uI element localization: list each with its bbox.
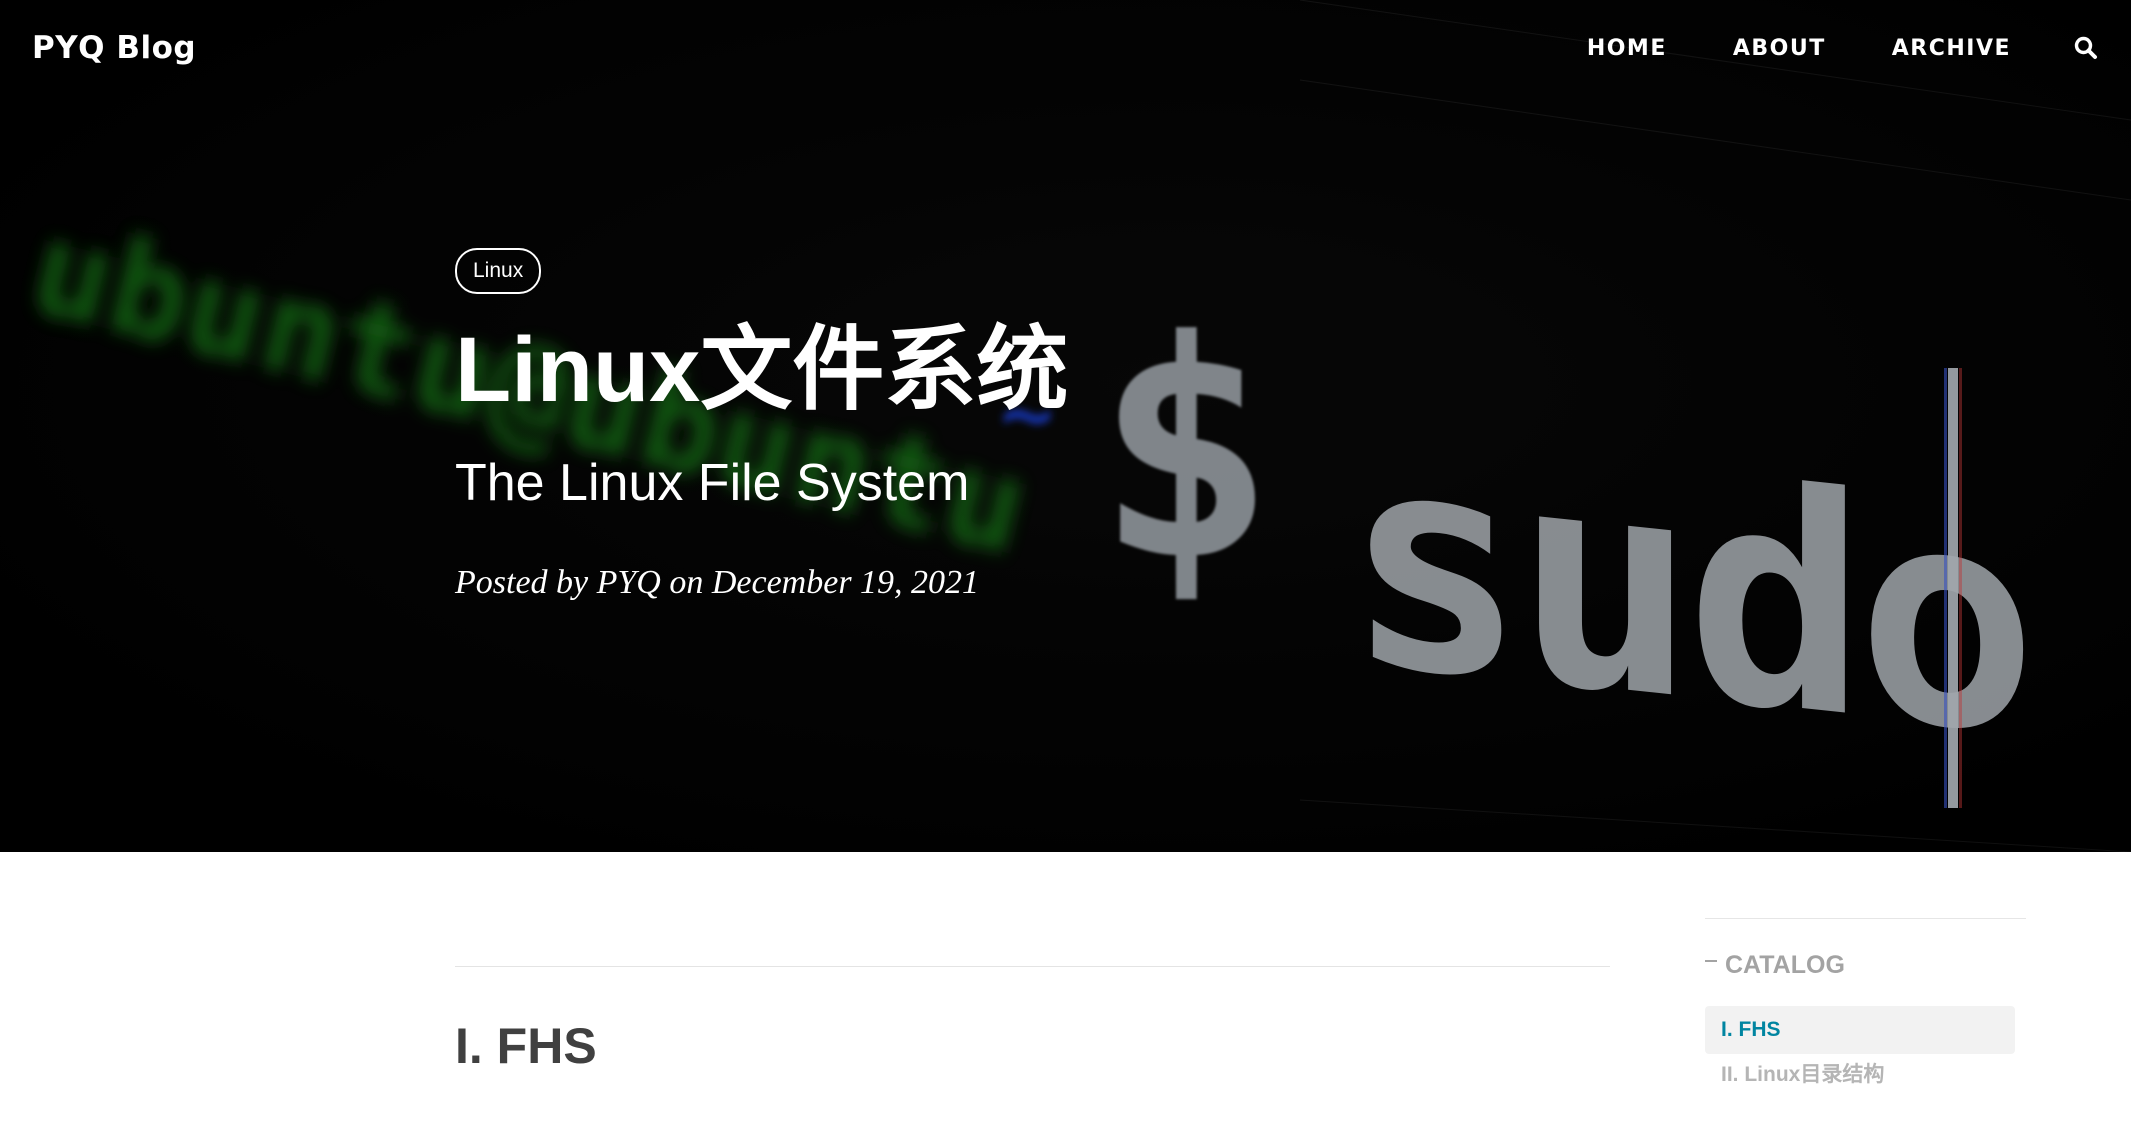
post-title: Linux文件系统 [455,319,1069,421]
catalog-list: I. FHS II. Linux目录结构 [1705,1006,2026,1100]
post-meta: Posted by PYQ on December 19, 2021 [455,563,980,601]
post-heading: Linux Linux文件系统 The Linux File System Po… [455,248,1068,602]
section-heading-fhs: I. FHS [455,1018,597,1074]
catalog-toggle-header[interactable]: CATALOG [1705,951,2026,980]
post-subtitle: The Linux File System [455,453,970,512]
search-icon[interactable] [2073,35,2099,61]
brand-logo-link[interactable]: PYQ Blog [32,30,196,66]
post-header-hero: ubuntu@ubuntu ~ $ sudo PYQ Blog HOME ABO… [0,0,2131,852]
collapse-minus-icon [1705,959,1717,962]
content-divider [455,966,1610,967]
nav-link-archive[interactable]: ARCHIVE [1892,36,2011,61]
page: ubuntu@ubuntu ~ $ sudo PYQ Blog HOME ABO… [0,0,2131,1123]
catalog-divider [1705,918,2026,919]
catalog-item-fhs[interactable]: I. FHS [1705,1006,2015,1054]
top-navbar: PYQ Blog HOME ABOUT ARCHIVE [0,0,2131,96]
catalog-item-linux-directory[interactable]: II. Linux目录结构 [1705,1054,2015,1100]
nav-links: HOME ABOUT ARCHIVE [1521,35,2099,61]
catalog-title: CATALOG [1725,951,1845,979]
post-tag-linux[interactable]: Linux [455,248,542,294]
post-content: I. FHS [455,966,1610,1075]
nav-link-about[interactable]: ABOUT [1733,36,1826,61]
catalog-sidebar: CATALOG I. FHS II. Linux目录结构 [1705,918,2026,1100]
nav-link-home[interactable]: HOME [1587,36,1667,61]
